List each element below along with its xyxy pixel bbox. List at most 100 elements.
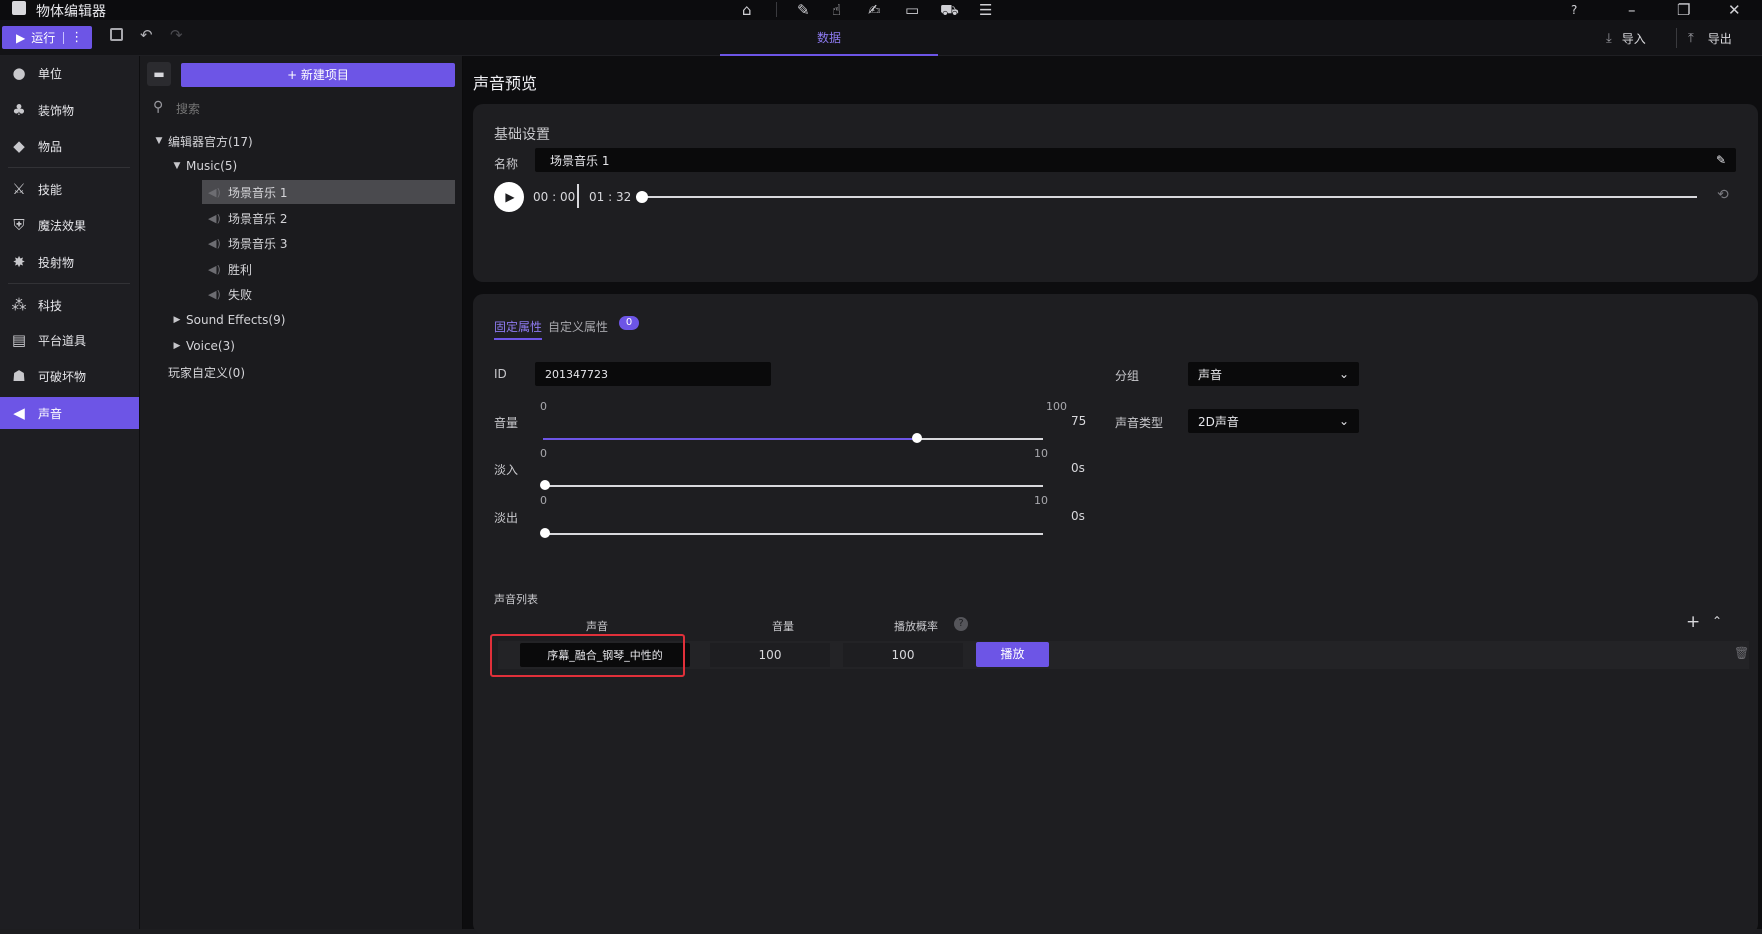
total-time: 01 : 32 — [589, 190, 632, 204]
home-icon[interactable]: ⌂ — [742, 0, 752, 20]
volume-slider-knob[interactable] — [912, 433, 922, 443]
search-icon: ⚲ — [153, 99, 164, 115]
sound-type-label: 声音类型 — [1115, 416, 1164, 430]
redo-icon[interactable]: ↷ — [170, 26, 183, 44]
close-icon[interactable]: ✕ — [1728, 0, 1741, 20]
name-field[interactable]: 场景音乐 1 ✎ — [535, 148, 1736, 172]
sidebar-item-label: 技能 — [38, 182, 63, 197]
tree-folder-music[interactable]: ▼ Music(5) — [168, 154, 448, 178]
more-options-icon[interactable]: ⋮ — [70, 30, 83, 45]
sidebar-item-tech[interactable]: ⁂ 科技 — [0, 289, 139, 321]
fade-in-slider-knob[interactable] — [540, 480, 550, 490]
sidebar-item-label: 平台道具 — [38, 333, 87, 348]
restore-icon[interactable]: ❐ — [1677, 0, 1690, 20]
tree-item-label: 失败 — [228, 287, 253, 302]
speaker-icon: ◀ — [13, 404, 25, 422]
person-icon: ● — [12, 64, 26, 82]
sidebar-item-decoration[interactable]: ♣ 装饰物 — [0, 94, 139, 126]
playback-progress-bar[interactable] — [642, 196, 1697, 198]
tree-folder-official[interactable]: ▼ 编辑器官方(17) — [150, 129, 450, 153]
group-select[interactable]: 声音 ⌄ — [1188, 362, 1359, 386]
loop-icon[interactable]: ⟲ — [1717, 187, 1729, 203]
help-icon[interactable]: ? — [1571, 0, 1577, 20]
sound-type-select[interactable]: 2D声音 ⌄ — [1188, 409, 1359, 433]
undo-icon[interactable]: ↶ — [140, 26, 153, 44]
play-sound-button[interactable]: 播放 — [976, 642, 1049, 667]
cart-icon[interactable]: ⛟ — [940, 0, 959, 20]
sidebar-item-destructible[interactable]: ☗ 可破坏物 — [0, 360, 139, 392]
id-value: 201347723 — [545, 367, 608, 381]
tab-data[interactable]: 数据 — [720, 20, 938, 56]
tab-fixed-properties[interactable]: 固定属性 — [494, 318, 543, 340]
trash-icon[interactable]: 🗑 — [1734, 646, 1749, 660]
save-icon[interactable] — [110, 28, 123, 41]
sidebar-item-label: 投射物 — [38, 255, 75, 270]
sidebar-item-magic-effect[interactable]: ⛨ 魔法效果 — [0, 209, 139, 241]
collapse-icon[interactable]: ⌃ — [1712, 614, 1722, 628]
category-sidebar: ● 单位 ♣ 装饰物 ◆ 物品 ⚔ 技能 ⛨ 魔法效果 ✸ 投射物 ⁂ 科技 ▤ 平台道具 ☗ 可… — [0, 56, 140, 929]
app-logo-icon — [12, 1, 26, 15]
sidebar-item-skill[interactable]: ⚔ 技能 — [0, 173, 139, 205]
tree-item-label: 场景音乐 2 — [228, 211, 288, 226]
run-label: 运行 — [31, 31, 56, 45]
play-icon: ▶ — [505, 190, 515, 204]
new-item-label: + 新建项目 — [287, 68, 349, 82]
tree-item-victory[interactable]: ◀) 胜利 — [202, 257, 455, 281]
sidebar-item-unit[interactable]: ● 单位 — [0, 57, 139, 89]
list-document-icon[interactable]: ☰ — [979, 0, 992, 20]
sidebar-item-label: 单位 — [38, 66, 63, 81]
fade-out-slider-knob[interactable] — [540, 528, 550, 538]
tab-custom-properties[interactable]: 自定义属性 — [548, 318, 608, 340]
toolbar: ▶ 运行 ⋮ ↶ ↷ 数据 ⤓ 导入 ⤒ 导出 — [0, 20, 1762, 56]
sound-volume-field[interactable]: 100 — [710, 643, 830, 667]
fade-in-slider-track[interactable] — [545, 485, 1043, 487]
add-icon[interactable]: + — [1686, 612, 1700, 632]
id-field[interactable]: 201347723 — [535, 362, 771, 386]
play-button[interactable]: ▶ — [494, 182, 524, 212]
sidebar-item-platform-prop[interactable]: ▤ 平台道具 — [0, 324, 139, 356]
run-button[interactable]: ▶ 运行 ⋮ — [2, 26, 92, 49]
name-label: 名称 — [494, 157, 519, 171]
pencil-icon[interactable]: ✎ — [1716, 153, 1726, 167]
sidebar-item-label: 科技 — [38, 298, 63, 313]
sound-list-title: 声音列表 — [494, 593, 538, 606]
edit-document-icon[interactable]: ✍ — [868, 0, 881, 20]
fade-out-max: 10 — [1034, 494, 1048, 507]
platform-icon: ▤ — [11, 331, 27, 349]
folder-toggle-button[interactable]: ▬ — [147, 62, 171, 86]
sidebar-item-label: 声音 — [38, 406, 63, 421]
fade-out-slider-track[interactable] — [545, 533, 1043, 535]
export-button[interactable]: ⤒ 导出 — [1688, 28, 1732, 48]
tree-item-defeat[interactable]: ◀) 失败 — [202, 282, 455, 306]
import-icon: ⤓ — [1606, 30, 1612, 46]
help-circle-icon[interactable]: ? — [954, 617, 968, 631]
playback-knob[interactable] — [636, 191, 648, 203]
run-icon: ▶ — [16, 30, 26, 45]
tree-item-music-2[interactable]: ◀) 场景音乐 2 — [202, 206, 455, 230]
sound-file-icon: ◀) — [208, 185, 221, 199]
new-item-button[interactable]: + 新建项目 — [181, 63, 455, 87]
tab-label: 固定属性 — [494, 320, 543, 334]
sound-file-icon: ◀) — [208, 287, 221, 301]
tree-folder-sound-effects[interactable]: ▶ Sound Effects(9) — [168, 308, 448, 332]
search-input[interactable] — [176, 99, 446, 119]
minimize-icon[interactable]: – — [1628, 0, 1636, 20]
tree-item-music-3[interactable]: ◀) 场景音乐 3 — [202, 231, 455, 255]
folder-icon[interactable]: ▭ — [905, 0, 919, 20]
sidebar-item-item[interactable]: ◆ 物品 — [0, 130, 139, 162]
tab-data-label: 数据 — [816, 31, 841, 45]
sound-probability-value: 100 — [891, 648, 915, 662]
sidebar-item-projectile[interactable]: ✸ 投射物 — [0, 246, 139, 278]
tree-folder-custom[interactable]: 玩家自定义(0) — [168, 360, 448, 384]
cube-icon: ◆ — [13, 137, 25, 155]
tree-item-music-1[interactable]: ◀) 场景音乐 1 — [202, 180, 455, 204]
hand-pointer-icon[interactable]: ☝ — [832, 0, 841, 20]
tech-icon: ⁂ — [11, 296, 27, 314]
import-button[interactable]: ⤓ 导入 — [1606, 28, 1646, 48]
sidebar-item-sound[interactable]: ◀ 声音 — [0, 397, 139, 429]
tree-item-label: 场景音乐 3 — [228, 236, 288, 251]
sound-probability-field[interactable]: 100 — [843, 643, 963, 667]
edit-icon[interactable]: ✎ — [797, 0, 810, 20]
tree-folder-voice[interactable]: ▶ Voice(3) — [168, 334, 448, 358]
tree-icon: ♣ — [12, 101, 26, 119]
